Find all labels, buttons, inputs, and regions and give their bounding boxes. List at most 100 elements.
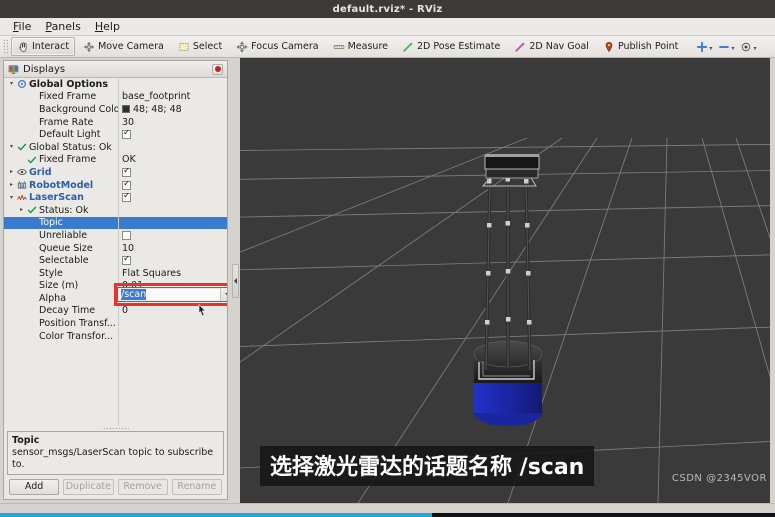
tree-row-global-options[interactable]: ▾ Global Options bbox=[4, 78, 227, 91]
tool-select[interactable]: Select bbox=[172, 37, 228, 56]
robot-top-plate-lower bbox=[485, 167, 539, 179]
tree-row-robotmodel[interactable]: ▸ RobotModel bbox=[4, 179, 227, 192]
toolbar-drag-handle[interactable] bbox=[3, 38, 8, 55]
tree-row-value[interactable]: base_footprint bbox=[118, 91, 227, 102]
expand-arrow-open-icon[interactable]: ▾ bbox=[7, 194, 16, 201]
checkbox-unchecked[interactable] bbox=[122, 230, 131, 240]
render-viewport-3d[interactable]: 机器人工 选择激光雷达的话题名称 /scan CSDN @2345VOR bbox=[240, 58, 775, 503]
status-bar bbox=[0, 503, 775, 513]
expand-arrow-closed-icon[interactable]: ▸ bbox=[7, 169, 16, 175]
rename-button[interactable]: Rename bbox=[171, 478, 222, 495]
checkbox-checked[interactable] bbox=[122, 256, 131, 266]
tree-row-left: Fixed Frame bbox=[4, 154, 118, 165]
tree-row-value[interactable] bbox=[118, 167, 227, 177]
close-icon[interactable] bbox=[212, 63, 223, 75]
tree-row-value[interactable]: OK bbox=[118, 154, 227, 165]
color-value-text: 48; 48; 48 bbox=[133, 103, 182, 115]
tree-row-value[interactable] bbox=[118, 180, 227, 190]
add-display-caret: ▾ bbox=[709, 44, 713, 52]
tree-row-label: Background Color bbox=[39, 103, 118, 115]
remove-button[interactable]: Remove bbox=[117, 478, 168, 495]
tree-row-fixed-frame[interactable]: Fixed Frame base_footprint bbox=[4, 91, 227, 104]
tree-row-default-light[interactable]: Default Light bbox=[4, 128, 227, 141]
displays-panel-title: Displays bbox=[23, 63, 66, 75]
checkbox-checked[interactable] bbox=[122, 167, 131, 177]
tree-row-unreliable[interactable]: Unreliable bbox=[4, 229, 227, 242]
tree-row-value[interactable]: 10 bbox=[118, 243, 227, 254]
menu-file[interactable]: File bbox=[6, 19, 38, 34]
tree-row-background-color[interactable]: Background Color 48; 48; 48 bbox=[4, 103, 227, 116]
tree-row-value[interactable]: 48; 48; 48 bbox=[118, 104, 227, 115]
value-text: base_footprint bbox=[122, 91, 191, 103]
tree-row-value[interactable] bbox=[118, 193, 227, 203]
robot-lidar-body bbox=[484, 155, 540, 170]
tool-2d-pose-estimate[interactable]: 2D Pose Estimate bbox=[396, 37, 506, 56]
tree-row-grid[interactable]: ▸ Grid bbox=[4, 166, 227, 179]
tree-row-label: Global Status: Ok bbox=[29, 141, 112, 153]
tree-row-label: RobotModel bbox=[29, 179, 94, 191]
chevron-down-glyph bbox=[225, 293, 227, 296]
expand-arrow-closed-icon[interactable]: ▸ bbox=[7, 182, 16, 188]
tool-add-display[interactable]: ▾ bbox=[696, 41, 712, 53]
tree-row-fixed-frame[interactable]: Fixed Frame OK bbox=[4, 154, 227, 167]
credit-watermark: CSDN @2345VOR bbox=[671, 473, 767, 484]
menu-help[interactable]: Help bbox=[88, 19, 127, 34]
tree-row-value[interactable] bbox=[118, 256, 227, 266]
tool-remove-display[interactable]: ▾ bbox=[718, 41, 734, 53]
tree-row-label: Decay Time bbox=[39, 305, 96, 317]
value-text: Flat Squares bbox=[122, 267, 182, 279]
expand-arrow-closed-icon[interactable]: ▸ bbox=[17, 207, 26, 213]
tree-row-laserscan[interactable]: ▾ LaserScan bbox=[4, 191, 227, 204]
tree-row-left: Fixed Frame bbox=[4, 91, 118, 102]
tool-interact[interactable]: Interact bbox=[11, 37, 76, 56]
tree-row-frame-rate[interactable]: Frame Rate 30 bbox=[4, 116, 227, 129]
tree-row-value[interactable]: 0 bbox=[118, 305, 227, 316]
tool-target-view[interactable]: ▾ bbox=[740, 41, 756, 53]
displays-panel: Displays ▾ Global Options Fixed Frame base_… bbox=[3, 60, 228, 500]
expand-arrow-open-icon[interactable]: ▾ bbox=[7, 81, 16, 87]
dock-splitter[interactable] bbox=[231, 58, 240, 503]
tree-row-topic[interactable]: Topic bbox=[4, 216, 227, 230]
tree-row-value[interactable] bbox=[118, 230, 227, 240]
tool-publish-point[interactable]: Publish Point bbox=[597, 37, 684, 56]
color-swatch[interactable] bbox=[122, 105, 130, 114]
tree-row-global-status-ok[interactable]: ▾ Global Status: Ok bbox=[4, 141, 227, 154]
scan-wave-icon bbox=[16, 193, 27, 203]
dock-splitter-handle[interactable] bbox=[232, 263, 239, 298]
topic-combobox-inner[interactable]: /scan bbox=[117, 287, 227, 302]
collapse-left-icon bbox=[234, 277, 237, 284]
tool-focus-camera[interactable]: Focus Camera bbox=[230, 37, 324, 56]
tree-row-color-transfor[interactable]: Color Transfor... bbox=[4, 330, 227, 343]
chevron-down-icon[interactable] bbox=[220, 288, 227, 301]
add-button[interactable]: Add bbox=[9, 478, 60, 495]
duplicate-button[interactable]: Duplicate bbox=[63, 478, 114, 495]
tree-row-left: ▸ RobotModel bbox=[4, 180, 118, 191]
tree-row-position-transf[interactable]: Position Transf... bbox=[4, 317, 227, 330]
tool-measure[interactable]: Measure bbox=[327, 37, 394, 56]
tree-row-queue-size[interactable]: Queue Size 10 bbox=[4, 242, 227, 255]
tree-row-value[interactable] bbox=[118, 130, 227, 140]
tree-row-status-ok[interactable]: ▸ Status: Ok bbox=[4, 204, 227, 217]
checkbox-checked[interactable] bbox=[122, 180, 131, 190]
tool-move-camera[interactable]: Move Camera bbox=[77, 37, 170, 56]
tree-row-decay-time[interactable]: Decay Time 0 bbox=[4, 305, 227, 318]
expand-arrow-open-icon[interactable]: ▾ bbox=[7, 144, 16, 150]
tree-row-value[interactable]: 30 bbox=[118, 117, 227, 128]
tree-row-value[interactable]: Flat Squares bbox=[118, 268, 227, 279]
menu-panels[interactable]: Panels bbox=[38, 19, 87, 34]
displays-tree[interactable]: ▾ Global Options Fixed Frame base_footprint… bbox=[4, 78, 227, 426]
checkbox-checked[interactable] bbox=[122, 130, 131, 140]
rviz-window: default.rviz* - RViz File Panels Help In… bbox=[0, 0, 775, 517]
menu-panels-rest: anels bbox=[51, 20, 81, 33]
tree-row-left: Frame Rate bbox=[4, 117, 118, 128]
checkbox-checked[interactable] bbox=[122, 193, 131, 203]
target-icon bbox=[742, 42, 751, 51]
tool-move-camera-label: Move Camera bbox=[98, 41, 164, 52]
robot-lidar-cap bbox=[485, 154, 539, 157]
tree-row-label: Queue Size bbox=[39, 242, 93, 254]
tool-2d-nav-goal[interactable]: 2D Nav Goal bbox=[508, 37, 595, 56]
tree-row-style[interactable]: Style Flat Squares bbox=[4, 267, 227, 280]
tree-row-selectable[interactable]: Selectable bbox=[4, 254, 227, 267]
tree-row-label: Alpha bbox=[39, 292, 67, 304]
topic-combobox[interactable]: /scan bbox=[117, 287, 227, 302]
